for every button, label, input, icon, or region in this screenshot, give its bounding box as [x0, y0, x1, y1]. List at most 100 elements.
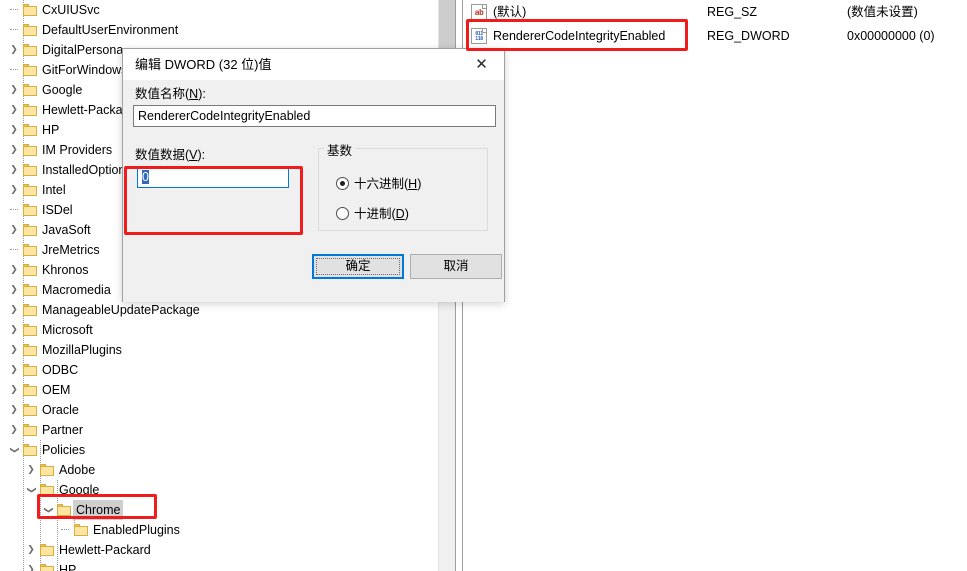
tree-item-partner[interactable]: Partner: [0, 420, 438, 440]
cancel-button[interactable]: 取消: [410, 254, 502, 279]
tree-item-label: HP: [42, 123, 60, 137]
tree-connector: [10, 209, 18, 211]
folder-icon: [23, 284, 37, 296]
value-name-label-text: 数值名称(: [135, 87, 190, 101]
tree-item-google[interactable]: Google: [0, 480, 438, 500]
folder-icon: [23, 4, 37, 16]
tree-item-oracle[interactable]: Oracle: [0, 400, 438, 420]
base-group-label: 基数: [324, 140, 356, 159]
chevron-right-icon[interactable]: [6, 100, 22, 120]
folder-icon: [23, 204, 37, 216]
radio-hexadecimal-accel: H: [408, 177, 418, 191]
radio-decimal-mark: [336, 207, 349, 220]
chevron-right-icon[interactable]: [6, 80, 22, 100]
value-type-cell: REG_SZ: [707, 5, 758, 19]
folder-icon: [23, 104, 37, 116]
chevron-right-icon[interactable]: [6, 280, 22, 300]
chevron-right-icon[interactable]: [6, 420, 22, 440]
chevron-right-icon[interactable]: [6, 340, 22, 360]
tree-connector: [10, 249, 18, 251]
value-row[interactable]: ab (默认) REG_SZ (数值未设置): [463, 0, 967, 24]
chevron-right-icon[interactable]: [6, 40, 22, 60]
tree-item-label: CxUIUSvc: [42, 3, 100, 17]
folder-icon: [23, 244, 37, 256]
tree-item-oem[interactable]: OEM: [0, 380, 438, 400]
folder-icon: [23, 84, 37, 96]
tree-connector: [61, 529, 69, 531]
registry-values-pane[interactable]: ab (默认) REG_SZ (数值未设置) 011 110 RendererCodeIn…: [463, 0, 967, 571]
value-row[interactable]: 011 110 RendererCodeIntegrityEnabled REG_D…: [463, 24, 967, 48]
tree-item-label: Partner: [42, 423, 83, 437]
tree-item-label: Intel: [42, 183, 66, 197]
folder-icon: [23, 304, 37, 316]
value-data-label-text: 数值数据(: [135, 148, 190, 162]
folder-icon: [23, 264, 37, 276]
edit-dword-dialog[interactable]: 编辑 DWORD (32 位)值 ✕ 数值名称(N): RendererCode…: [122, 48, 505, 302]
folder-icon: [23, 124, 37, 136]
ok-button[interactable]: 确定: [312, 254, 404, 279]
tree-item-label: MozillaPlugins: [42, 343, 122, 357]
radio-hexadecimal[interactable]: 十六进制(H): [336, 176, 421, 192]
chevron-right-icon[interactable]: [23, 460, 39, 480]
value-name-accel: N: [189, 87, 199, 101]
chevron-right-icon[interactable]: [6, 180, 22, 200]
value-data-input[interactable]: 0: [137, 166, 289, 188]
radio-decimal[interactable]: 十进制(D): [336, 206, 409, 222]
icon-corner-fold: [482, 5, 486, 9]
chevron-right-icon[interactable]: [6, 320, 22, 340]
value-data-label-tail: ):: [197, 148, 206, 162]
chevron-right-icon[interactable]: [6, 140, 22, 160]
chevron-right-icon[interactable]: [6, 380, 22, 400]
close-icon[interactable]: ✕: [459, 49, 504, 80]
chevron-right-icon[interactable]: [6, 360, 22, 380]
tree-item-enabledplugins[interactable]: EnabledPlugins: [0, 520, 438, 540]
tree-item-hewlett-packard[interactable]: Hewlett-Packard: [0, 540, 438, 560]
chevron-right-icon[interactable]: [23, 540, 39, 560]
tree-item-label: ManageableUpdatePackage: [42, 303, 200, 317]
chevron-down-icon[interactable]: [40, 500, 56, 520]
value-name-label-tail: ):: [198, 87, 206, 101]
tree-item-odbc[interactable]: ODBC: [0, 360, 438, 380]
tree-item-defaultuserenvironment[interactable]: DefaultUserEnvironment: [0, 20, 438, 40]
tree-item-label: DigitalPersona: [42, 43, 124, 57]
folder-icon: [23, 324, 37, 336]
chevron-right-icon[interactable]: [6, 260, 22, 280]
folder-icon: [23, 164, 37, 176]
folder-icon: [74, 524, 88, 536]
radio-hexadecimal-tail: ): [417, 177, 422, 191]
chevron-right-icon[interactable]: [6, 220, 22, 240]
tree-item-policies[interactable]: Policies: [0, 440, 438, 460]
folder-icon: [23, 444, 37, 456]
radio-hexadecimal-label: 十六进制(: [354, 177, 409, 191]
tree-connector: [10, 9, 18, 11]
folder-icon: [40, 564, 54, 571]
chevron-right-icon[interactable]: [23, 560, 39, 571]
chevron-right-icon[interactable]: [6, 120, 22, 140]
folder-icon: [23, 424, 37, 436]
tree-item-label: Hewlett-Packard: [59, 543, 151, 557]
chevron-right-icon[interactable]: [6, 160, 22, 180]
tree-item-cxuiusvc[interactable]: CxUIUSvc: [0, 0, 438, 20]
tree-item-microsoft[interactable]: Microsoft: [0, 320, 438, 340]
chevron-down-icon[interactable]: [6, 440, 22, 460]
tree-connector: [10, 29, 18, 31]
value-icon-glyph: 011 110: [475, 31, 483, 42]
chevron-right-icon[interactable]: [6, 400, 22, 420]
tree-item-label: Google: [42, 83, 83, 97]
value-name-cell: RendererCodeIntegrityEnabled: [493, 29, 666, 43]
radio-decimal-label: 十进制(: [354, 207, 396, 221]
tree-item-chrome[interactable]: Chrome: [0, 500, 438, 520]
tree-item-label: Microsoft: [42, 323, 93, 337]
chevron-right-icon[interactable]: [6, 300, 22, 320]
tree-item-adobe[interactable]: Adobe: [0, 460, 438, 480]
tree-item-label: Macromedia: [42, 283, 111, 297]
tree-item-manageableupdatepackage[interactable]: ManageableUpdatePackage: [0, 300, 438, 320]
value-data-cell: 0x00000000 (0): [847, 29, 935, 43]
value-name-input[interactable]: RendererCodeIntegrityEnabled: [133, 105, 496, 127]
tree-item-mozillaplugins[interactable]: MozillaPlugins: [0, 340, 438, 360]
folder-icon: [23, 184, 37, 196]
value-name-label: 数值名称(N):: [135, 83, 206, 102]
tree-item-label: EnabledPlugins: [93, 523, 180, 537]
tree-item-hp[interactable]: HP: [0, 560, 438, 571]
chevron-down-icon[interactable]: [23, 480, 39, 500]
